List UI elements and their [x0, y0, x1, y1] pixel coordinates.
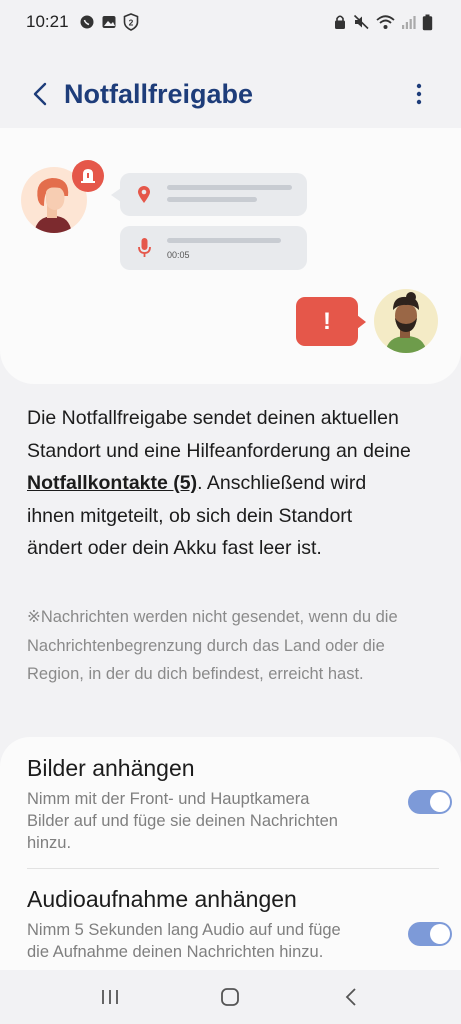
attach-pictures-toggle[interactable]	[408, 790, 452, 814]
alert-badge-icon	[71, 159, 105, 193]
back-icon	[345, 988, 356, 1006]
shield-2-icon: 2	[123, 13, 139, 31]
mute-icon	[353, 14, 370, 30]
recent-apps-icon	[102, 990, 119, 1004]
setting-title: Audioaufnahme anhängen	[27, 886, 297, 912]
whatsapp-icon	[79, 14, 95, 30]
divider	[27, 868, 439, 869]
more-vertical-icon	[416, 83, 422, 105]
audio-progress-line	[167, 238, 281, 243]
limit-note: ※Nachrichten werden nicht gesendet, wenn…	[27, 608, 398, 683]
status-left: 10:21 2	[26, 12, 139, 32]
svg-text:2: 2	[128, 18, 133, 28]
signal-icon	[401, 15, 416, 30]
location-pin-icon	[138, 186, 150, 203]
audio-message-bubble: 00:05	[120, 226, 307, 270]
home-button[interactable]	[200, 975, 260, 1019]
audio-duration: 00:05	[167, 250, 190, 260]
message-line	[167, 197, 257, 202]
description-before-link: Die Notfallfreigabe sendet deinen aktuel…	[27, 407, 411, 462]
home-icon	[221, 988, 240, 1006]
status-time: 10:21	[26, 12, 69, 31]
emergency-contacts-link[interactable]: Notfallkontakte (5)	[27, 472, 197, 494]
illustration-card: 00:05 !	[0, 128, 461, 384]
description-text: Die Notfallfreigabe sendet deinen aktuel…	[27, 402, 412, 565]
microphone-icon	[138, 238, 151, 257]
alert-bubble-tail	[357, 315, 366, 329]
nav-back-button[interactable]	[321, 975, 381, 1019]
battery-icon	[422, 14, 433, 31]
navigation-bar	[0, 970, 461, 1024]
alert-mark: !	[323, 307, 331, 335]
setting-title: Bilder anhängen	[27, 755, 195, 781]
page-title: Notfallfreigabe	[64, 78, 254, 109]
wifi-icon	[376, 14, 395, 30]
app-bar: Notfallfreigabe	[0, 66, 461, 122]
message-line	[167, 185, 292, 190]
status-right	[333, 14, 433, 31]
attach-audio-setting[interactable]: Audioaufnahme anhängen Nimm 5 Sekunden l…	[27, 886, 441, 963]
setting-subtitle: Nimm mit der Front- und Hauptkamera Bild…	[27, 790, 338, 852]
bubble-tail	[111, 188, 121, 202]
back-button[interactable]	[18, 72, 62, 116]
lock-icon	[333, 14, 347, 30]
alert-bubble: !	[296, 297, 358, 346]
setting-subtitle: Nimm 5 Sekunden lang Audio auf und füge …	[27, 921, 341, 961]
gallery-icon	[101, 14, 117, 30]
recent-apps-button[interactable]	[80, 975, 140, 1019]
attach-audio-toggle[interactable]	[408, 922, 452, 946]
man-avatar	[373, 288, 439, 354]
chevron-left-icon	[33, 82, 47, 106]
settings-card: Bilder anhängen Nimm mit der Front- und …	[0, 737, 461, 970]
more-options-button[interactable]	[397, 72, 441, 116]
location-message-bubble	[120, 173, 307, 216]
status-bar: 10:21 2	[0, 0, 461, 44]
attach-pictures-setting[interactable]: Bilder anhängen Nimm mit der Front- und …	[27, 755, 441, 854]
